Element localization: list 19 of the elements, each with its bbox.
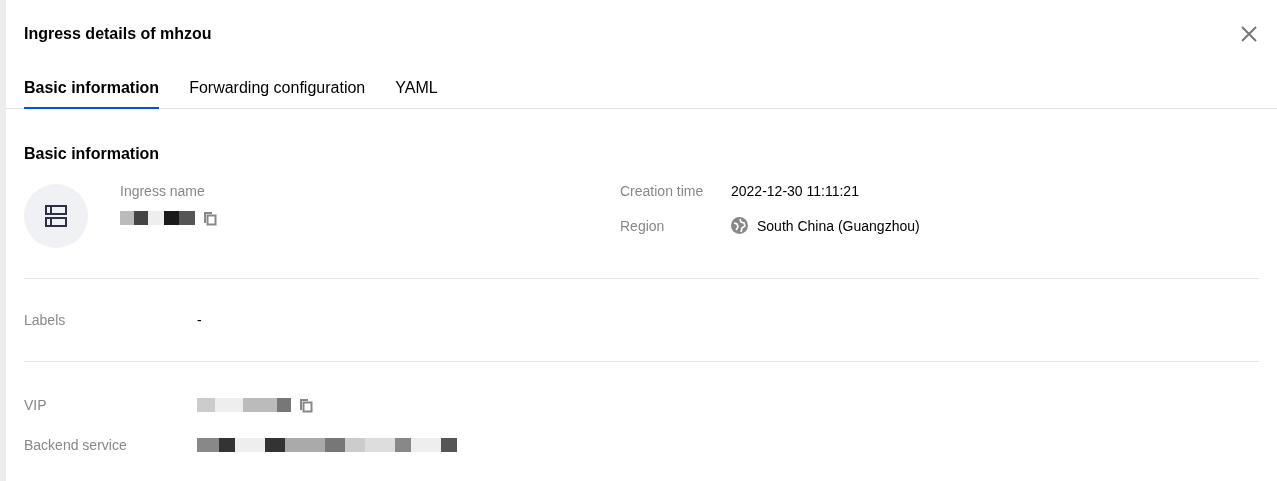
close-button[interactable] — [1239, 24, 1259, 44]
copy-icon[interactable] — [299, 397, 313, 413]
field-label: Labels — [24, 312, 67, 328]
field-label: Region — [620, 217, 666, 234]
section-title: Basic information — [24, 145, 161, 163]
field-label: Backend service — [24, 437, 128, 453]
tab[interactable]: YAML — [395, 79, 438, 109]
field-label: Creation time — [620, 183, 705, 199]
field-value: 2022-12-30 11:11:21 — [731, 183, 860, 199]
field-label: VIP — [24, 397, 48, 413]
server-list-icon — [45, 205, 67, 227]
copy-icon[interactable] — [203, 210, 217, 226]
field-label: Ingress name — [120, 183, 206, 199]
globe-icon — [731, 217, 748, 234]
tab[interactable]: Basic information — [24, 79, 160, 109]
field-value: South China (Guangzhou) — [757, 217, 920, 234]
dialog-title: Ingress details of mhzou — [24, 25, 212, 43]
tab[interactable]: Forwarding configuration — [189, 79, 366, 109]
field-value: - — [197, 312, 203, 328]
